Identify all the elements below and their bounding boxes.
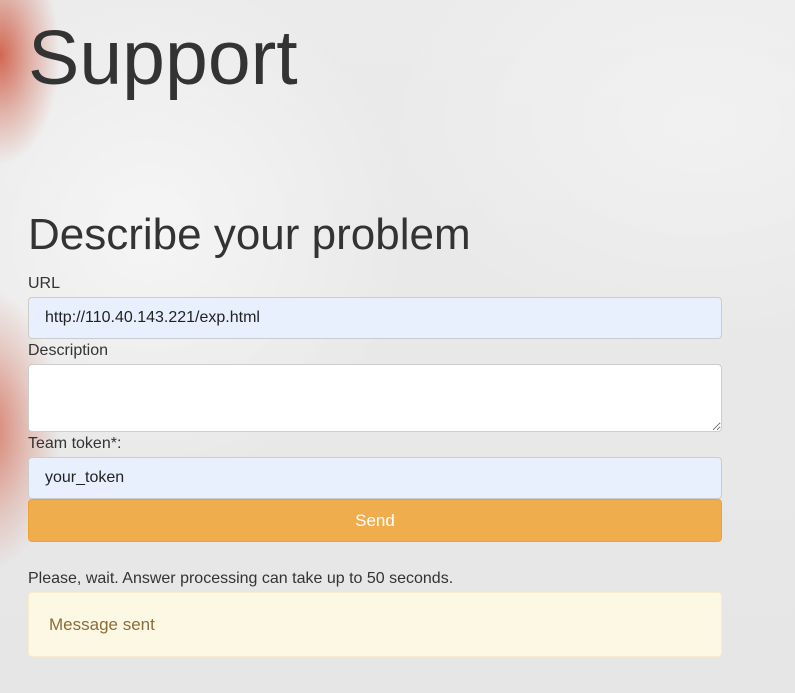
url-input[interactable] <box>28 297 722 339</box>
alert-text: Message sent <box>49 615 155 634</box>
message-sent-alert: Message sent <box>28 592 722 657</box>
background <box>0 0 795 693</box>
description-label: Description <box>28 342 109 359</box>
team-token-input[interactable] <box>28 457 722 499</box>
team-token-label: Team token*: <box>28 435 122 452</box>
url-label: URL <box>28 275 61 292</box>
send-button[interactable]: Send <box>28 499 722 542</box>
processing-notice: Please, wait. Answer processing can take… <box>28 570 454 587</box>
description-textarea[interactable] <box>28 364 722 432</box>
page-title: Support <box>28 15 298 101</box>
form-heading: Describe your problem <box>28 210 471 259</box>
